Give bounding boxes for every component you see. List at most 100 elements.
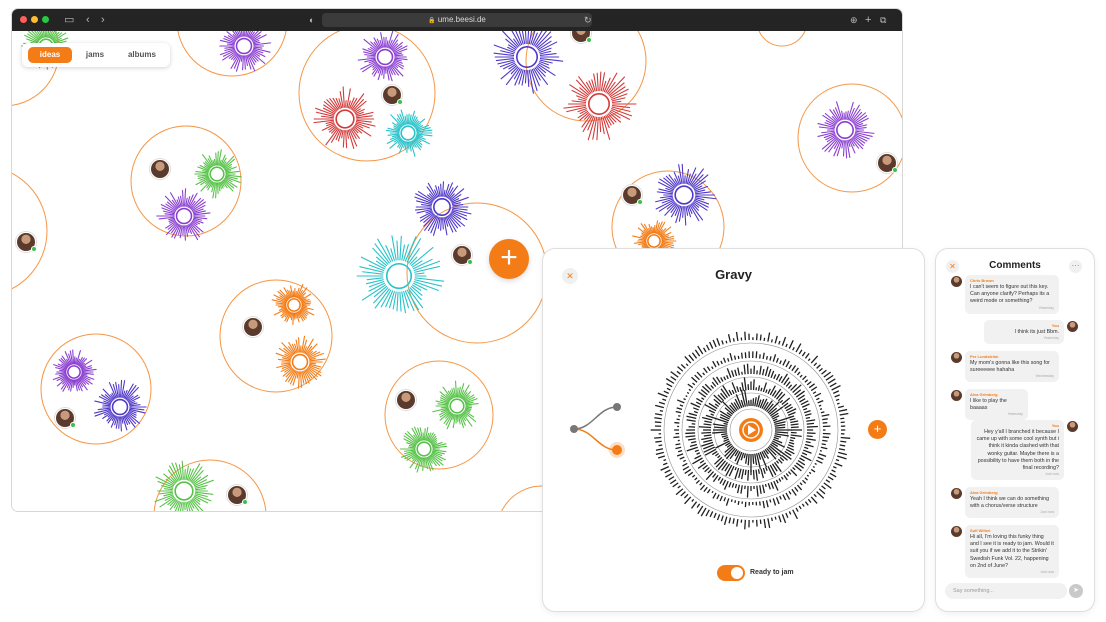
- avatar[interactable]: [150, 159, 170, 179]
- waveform-tick: [182, 225, 184, 236]
- waveform-tick: [822, 418, 828, 421]
- waveform-tick: [699, 484, 706, 491]
- url-bar[interactable]: 🔒 ume.beesi.de: [322, 13, 592, 27]
- sidebar-toggle-icon[interactable]: ▭: [64, 13, 74, 27]
- comment-message: You Hey y'all I branched it because I ca…: [971, 420, 1064, 481]
- avatar[interactable]: [622, 185, 643, 205]
- waveform-tick: [821, 485, 826, 490]
- waveform-tick: [756, 485, 759, 497]
- comment-time: Just now: [1040, 510, 1054, 515]
- avatar[interactable]: [55, 408, 76, 428]
- waveform-tick: [807, 498, 812, 503]
- waveform-tick: [773, 436, 779, 440]
- comment-time: Yesterday: [1043, 336, 1059, 341]
- waveform-tick: [818, 367, 823, 372]
- waveform-tick: [361, 284, 387, 301]
- waveform-ring: [399, 426, 448, 473]
- tab-albums[interactable]: albums: [118, 47, 166, 63]
- reload-icon[interactable]: ↻: [584, 13, 592, 27]
- more-options-button[interactable]: ···: [1069, 260, 1082, 273]
- waveform-tick: [799, 457, 805, 462]
- waveform-tick: [794, 486, 799, 492]
- tab-jams[interactable]: jams: [76, 47, 114, 63]
- tab-ideas[interactable]: ideas: [28, 47, 72, 63]
- song-title: Gravy: [715, 267, 752, 282]
- new-tab-icon[interactable]: +: [865, 13, 871, 27]
- waveform-tick: [683, 493, 689, 499]
- toggle-knob: [731, 567, 743, 579]
- waveform-tick: [215, 182, 218, 199]
- avatar[interactable]: [16, 232, 37, 252]
- waveform-tick: [740, 485, 743, 494]
- browser-titlebar: ▭ ‹ › ◐ 🔒 ume.beesi.de ↻ ⊕ + ⧉: [12, 9, 902, 31]
- waveform-tick: [442, 181, 445, 197]
- waveform-tick: [806, 425, 818, 428]
- waveform-tick: [292, 312, 295, 325]
- waveform-tick: [658, 401, 666, 405]
- waveform-tick: [790, 423, 799, 426]
- waveform-tick: [120, 379, 123, 398]
- waveform-tick: [406, 141, 409, 153]
- waveform-tick: [806, 422, 815, 425]
- add-layer-button[interactable]: +: [868, 420, 887, 439]
- waveform-core: [836, 121, 854, 139]
- waveform-tick: [680, 363, 686, 369]
- waveform-tick: [715, 458, 725, 468]
- waveform-tick: [709, 511, 714, 518]
- waveform-tick: [675, 410, 682, 414]
- waveform-tick: [118, 384, 120, 398]
- waveform-tick: [655, 440, 662, 443]
- close-window-icon[interactable]: [20, 16, 27, 23]
- waveform-tick: [362, 271, 384, 275]
- waveform-tick: [774, 516, 777, 520]
- waveform-tick: [118, 416, 120, 429]
- forward-icon[interactable]: ›: [101, 13, 105, 27]
- waveform-tick: [655, 451, 664, 456]
- ready-to-jam-toggle[interactable]: [717, 565, 745, 581]
- waveform-tick: [767, 368, 772, 377]
- waveform-tick: [399, 291, 402, 312]
- privacy-shield-icon[interactable]: ◐: [309, 13, 314, 27]
- minimize-window-icon[interactable]: [31, 16, 38, 23]
- back-icon[interactable]: ‹: [86, 13, 90, 27]
- waveform-tick: [806, 381, 812, 386]
- waveform-tick: [714, 456, 723, 465]
- waveform-tick: [686, 446, 698, 452]
- waveform-tick: [810, 468, 816, 473]
- song-visualization[interactable]: [543, 249, 924, 611]
- avatar[interactable]: [396, 390, 416, 410]
- waveform-tick: [701, 397, 705, 401]
- waveform-tick: [699, 482, 703, 486]
- waveform-tick: [706, 366, 711, 372]
- avatar[interactable]: [452, 245, 473, 265]
- waveform-tick: [781, 514, 787, 524]
- waveform-tick: [662, 398, 667, 402]
- tab-overview-icon[interactable]: ⧉: [880, 13, 886, 27]
- avatar[interactable]: [877, 153, 898, 173]
- waveform-tick: [668, 476, 675, 481]
- waveform-tick: [745, 453, 748, 464]
- waveform-tick: [775, 479, 779, 484]
- comment-input[interactable]: Say something...: [945, 583, 1067, 599]
- waveform-tick: [408, 446, 416, 449]
- download-icon[interactable]: ⊕: [850, 13, 858, 27]
- avatar[interactable]: [382, 85, 403, 105]
- waveform-tick: [752, 379, 755, 391]
- waveform-tick: [637, 227, 649, 237]
- waveform-tick: [686, 419, 696, 422]
- waveform-tick: [497, 59, 515, 65]
- waveform-tick: [804, 353, 810, 359]
- send-icon[interactable]: ➤: [1069, 584, 1083, 598]
- add-idea-button[interactable]: +: [489, 239, 529, 279]
- waveform-tick: [723, 422, 728, 426]
- comment-message: Alva Grimberg Yeah I think we can do som…: [965, 487, 1059, 519]
- waveform-tick: [711, 490, 714, 494]
- waveform-tick: [818, 488, 826, 495]
- waveform-tick: [741, 382, 745, 391]
- zoom-window-icon[interactable]: [42, 16, 49, 23]
- waveform-tick: [423, 428, 426, 441]
- avatar[interactable]: [227, 485, 248, 505]
- waveform-tick: [801, 351, 806, 357]
- waveform-tick: [737, 367, 740, 376]
- avatar[interactable]: [243, 317, 263, 337]
